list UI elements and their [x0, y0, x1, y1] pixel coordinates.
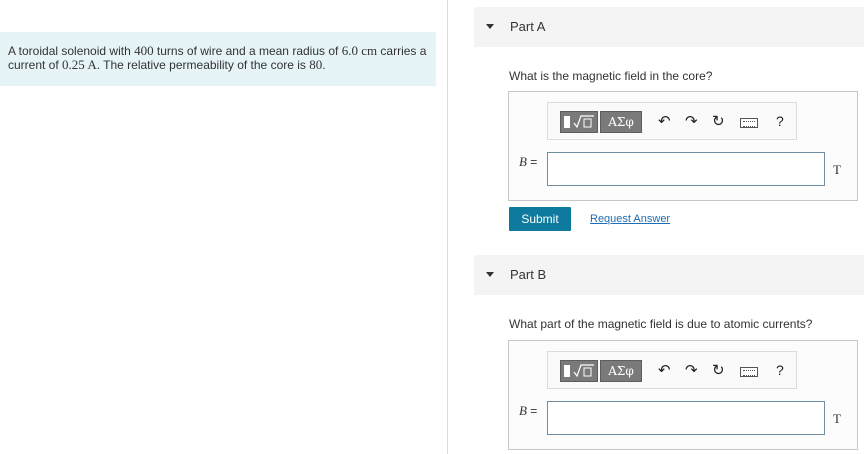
math-toolbar: ΑΣφ ↶ ↷ ↻ ?: [547, 351, 797, 389]
reset-icon[interactable]: ↻: [712, 362, 725, 380]
reset-icon[interactable]: ↻: [712, 113, 725, 131]
keyboard-icon[interactable]: [740, 367, 758, 377]
part-a-question: What is the magnetic field in the core?: [509, 69, 713, 83]
part-b-answer-box: ΑΣφ ↶ ↷ ↻ ? B = T: [508, 340, 858, 450]
templates-button[interactable]: [560, 360, 598, 382]
part-a-answer-box: ΑΣφ ↶ ↷ ↻ ? B = T: [508, 91, 858, 201]
collapse-caret-icon[interactable]: [486, 24, 494, 29]
redo-icon[interactable]: ↷: [685, 362, 698, 380]
part-b-title: Part B: [510, 267, 547, 282]
submit-button[interactable]: Submit: [509, 207, 571, 231]
undo-icon[interactable]: ↶: [658, 113, 671, 131]
problem-text-1: A toroidal solenoid with: [8, 44, 135, 58]
math-toolbar: ΑΣφ ↶ ↷ ↻ ?: [547, 102, 797, 140]
problem-text-5: .: [322, 58, 326, 72]
answer-input[interactable]: [547, 152, 825, 186]
part-b-question: What part of the magnetic field is due t…: [509, 317, 813, 331]
templates-button[interactable]: [560, 111, 598, 133]
variable-label: B =: [519, 154, 538, 169]
part-a-title: Part A: [510, 19, 546, 34]
answer-input[interactable]: [547, 401, 825, 435]
permeability-value: 80: [309, 57, 323, 72]
redo-icon[interactable]: ↷: [685, 113, 698, 131]
current-value: 0.25 A: [62, 57, 97, 72]
collapse-caret-icon[interactable]: [486, 272, 494, 277]
problem-text-4: . The relative permeability of the core …: [96, 58, 310, 72]
greek-symbols-button[interactable]: ΑΣφ: [600, 111, 642, 133]
request-answer-link[interactable]: Request Answer: [590, 213, 670, 225]
unit-label: T: [833, 411, 841, 426]
panel-divider: [447, 0, 448, 454]
sqrt-fraction-icon: [573, 364, 594, 378]
part-b-header[interactable]: Part B: [474, 255, 864, 295]
help-button[interactable]: ?: [776, 113, 784, 129]
variable-label: B =: [519, 403, 538, 418]
part-a-header[interactable]: Part A: [474, 7, 864, 47]
radius-value: 6.0 cm: [341, 43, 378, 58]
greek-symbols-button[interactable]: ΑΣφ: [600, 360, 642, 382]
help-button[interactable]: ?: [776, 362, 784, 378]
problem-text-2: turns of wire and a mean radius of: [153, 44, 342, 58]
turns-value: 400: [134, 43, 154, 58]
unit-label: T: [833, 162, 841, 177]
problem-statement: A toroidal solenoid with 400 turns of wi…: [0, 32, 436, 86]
undo-icon[interactable]: ↶: [658, 362, 671, 380]
sqrt-fraction-icon: [573, 115, 594, 129]
keyboard-icon[interactable]: [740, 118, 758, 128]
